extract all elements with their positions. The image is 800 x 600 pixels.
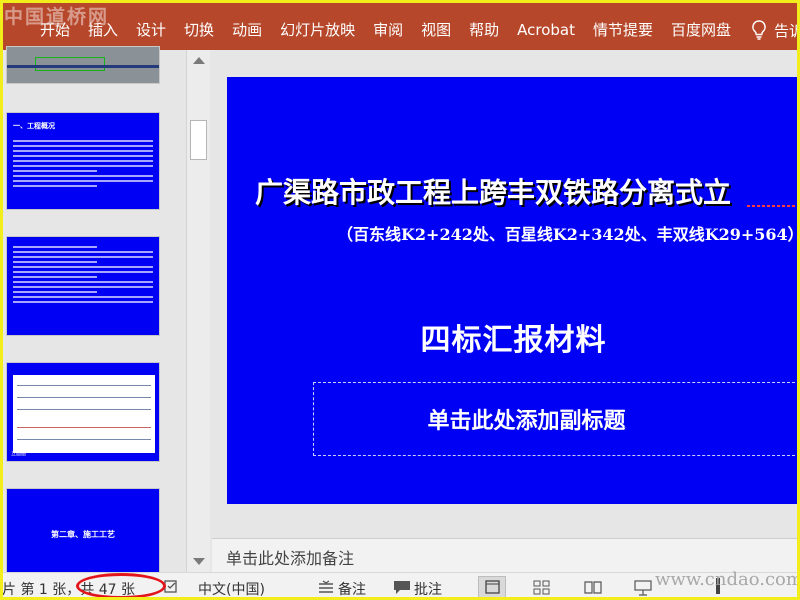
current-slide[interactable]: 广渠路市政工程上跨丰双铁路分离式立 （百东线K2+242处、百星线K2+342处…	[227, 77, 800, 504]
ribbon-tab[interactable]: 情节提要	[584, 18, 662, 42]
slide-title[interactable]: 广渠路市政工程上跨丰双铁路分离式立	[255, 171, 731, 211]
ribbon-tab[interactable]: Acrobat	[508, 18, 584, 42]
thumbnail-scrollbar[interactable]	[186, 50, 210, 572]
comments-icon	[393, 580, 411, 599]
tell-me-search[interactable]: 告诉	[774, 20, 800, 41]
subtitle-placeholder-box[interactable]: 单击此处添加副标题	[313, 382, 800, 456]
ribbon-tab[interactable]: 帮助	[460, 18, 508, 42]
thumbnail-drawing	[13, 375, 155, 453]
ribbon-tab[interactable]: 动画	[223, 18, 271, 42]
ribbon-tab[interactable]: 幻灯片放映	[271, 18, 364, 42]
subtitle-placeholder: 单击此处添加副标题	[427, 409, 626, 434]
slide-title-subline[interactable]: （百东线K2+242处、百星线K2+342处、丰双线K29+564）	[337, 221, 800, 245]
thumbnail-image	[35, 57, 105, 71]
notes-button[interactable]: 备注	[338, 579, 366, 599]
slide-heading[interactable]: 四标汇报材料	[227, 315, 800, 359]
highlight-circle	[76, 573, 166, 599]
ribbon-tab[interactable]: 开始	[0, 18, 79, 42]
site-watermark-bottom: www.cndao.com	[655, 569, 800, 590]
normal-view-button[interactable]	[478, 576, 506, 598]
slide-thumbnail-1[interactable]	[6, 46, 160, 84]
language-indicator[interactable]: 中文(中国)	[198, 579, 265, 599]
slideshow-icon[interactable]	[634, 580, 652, 600]
slide-sorter-icon[interactable]	[533, 580, 551, 599]
slide-thumbnail-5[interactable]: 第二章、施工工艺	[6, 488, 160, 578]
notes-placeholder: 单击此处添加备注	[226, 549, 355, 568]
slide-editor: 广渠路市政工程上跨丰双铁路分离式立 （百东线K2+242处、百星线K2+342处…	[212, 50, 800, 538]
ribbon-tab[interactable]: 插入	[79, 18, 127, 42]
thumbnail-title: 一、工程概况	[13, 122, 55, 130]
reading-view-icon[interactable]	[584, 580, 602, 599]
ribbon-tabs: 开始 插入 设计 切换 动画 幻灯片放映 审阅 视图 帮助 Acrobat 情节提要 百度网盘 告诉	[0, 18, 800, 42]
comments-button[interactable]: 批注	[414, 579, 442, 599]
scroll-up-icon[interactable]	[193, 57, 205, 64]
slide-thumbnail-4[interactable]: 立面图	[6, 362, 160, 462]
slide-thumbnail-3[interactable]	[6, 236, 160, 336]
ribbon-tab[interactable]: 视图	[412, 18, 460, 42]
ribbon-tab[interactable]: 切换	[175, 18, 223, 42]
scrollbar-thumb[interactable]	[190, 120, 207, 160]
ribbon-tab[interactable]: 百度网盘	[662, 18, 740, 42]
ribbon-tab[interactable]: 设计	[127, 18, 175, 42]
slide-thumbnail-pane[interactable]: 一、工程概况 立面图 第二章、施工工艺	[0, 46, 186, 578]
spellcheck-icon[interactable]	[164, 580, 178, 598]
spellcheck-underline	[747, 205, 800, 207]
slide-thumbnail-2[interactable]: 一、工程概况	[6, 112, 160, 210]
scroll-down-icon[interactable]	[193, 558, 205, 565]
notes-icon	[318, 580, 334, 598]
lightbulb-icon[interactable]	[752, 20, 766, 40]
ribbon-tab[interactable]: 审阅	[364, 18, 412, 42]
thumbnail-caption: 立面图	[11, 451, 27, 457]
notes-pane[interactable]: 单击此处添加备注	[212, 538, 800, 572]
thumbnail-title: 第二章、施工工艺	[51, 530, 115, 539]
ribbon-tab-bar: 中国道桥网 开始 插入 设计 切换 动画 幻灯片放映 审阅 视图 帮助 Acrobat 情节提要 百度…	[0, 0, 800, 50]
